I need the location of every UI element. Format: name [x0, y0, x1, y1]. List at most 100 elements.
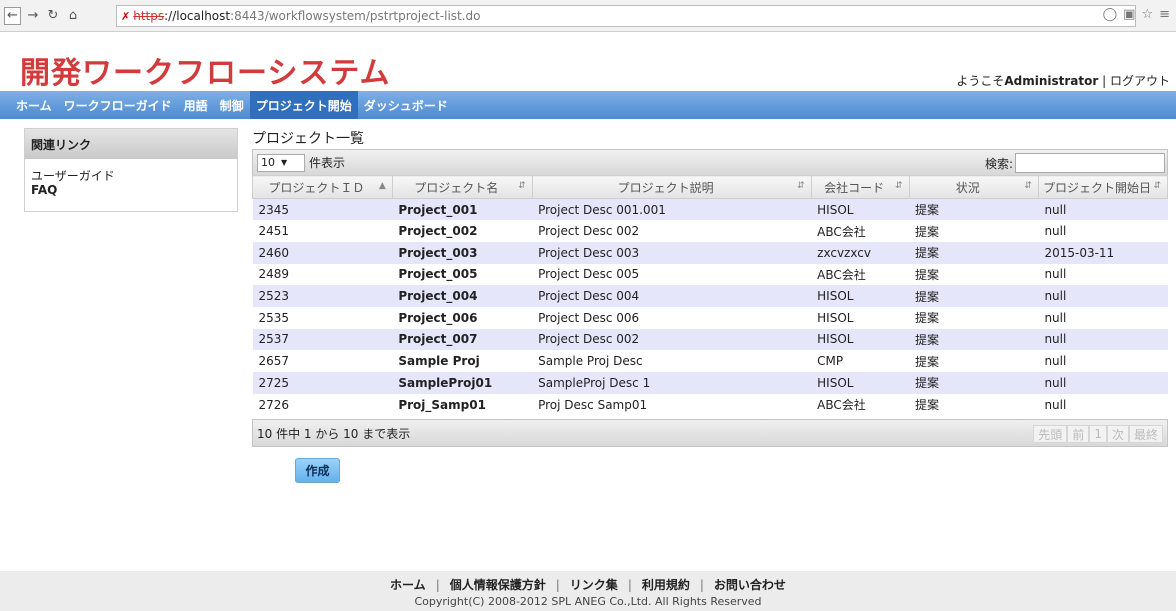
pager-first[interactable]: 先頭 [1033, 425, 1068, 443]
nav-dashboard[interactable]: ダッシュボード [358, 91, 454, 119]
cell-company-code: HISOL [811, 285, 910, 307]
logout-link[interactable]: ログアウト [1110, 74, 1170, 88]
browser-toolbar: ← → ↻ ⌂ ✗ https://localhost:8443/workflo… [0, 0, 1176, 32]
sort-icon: ⇵ [1153, 181, 1161, 191]
cell-project-desc: Project Desc 001.001 [532, 198, 812, 221]
cell-company-code: zxcvzxcv [811, 241, 910, 264]
table-row[interactable]: 2345 Project_001 Project Desc 001.001 HISOL… [252, 198, 1168, 221]
pager-prev[interactable]: 前 [1067, 425, 1090, 443]
cell-status: 提案 [909, 198, 1039, 221]
cell-company-code: HISOL [811, 306, 910, 329]
cell-project-name: Project_005 [392, 263, 533, 286]
cell-project-desc: Project Desc 002 [532, 328, 812, 351]
search-input[interactable] [1015, 153, 1165, 173]
pager-next[interactable]: 次 [1106, 425, 1129, 443]
cell-company-code: HISOL [811, 328, 910, 351]
table-row[interactable]: 2535 Project_006 Project Desc 006 HISOL 提案 nu… [252, 306, 1168, 329]
footer-link-privacy[interactable]: 個人情報保護方針 [450, 578, 546, 592]
footer-link-links[interactable]: リンク集 [570, 578, 618, 592]
table-toolbar: 10 ▼ 件表示 検索: [252, 149, 1168, 175]
nav-glossary[interactable]: 用語 [178, 91, 214, 119]
sidebar-link-faq[interactable]: FAQ [31, 183, 231, 197]
cell-status: 提案 [909, 306, 1039, 329]
cell-start-date: null [1038, 393, 1168, 416]
cell-company-code: ABC会社 [811, 220, 910, 242]
column-header-status[interactable]: 状況 ⇵ [908, 175, 1039, 199]
dropdown-arrow-icon: ▼ [281, 158, 288, 167]
insecure-lock-icon: ✗ [121, 9, 131, 23]
cell-project-desc: Project Desc 005 [532, 263, 812, 286]
footer-link-contact[interactable]: お問い合わせ [714, 578, 786, 592]
cell-project-id: 2726 [252, 393, 393, 416]
cell-project-id: 2657 [252, 350, 393, 372]
cell-project-name: Project_002 [392, 220, 533, 242]
project-table: プロジェクトＩＤ ▲ プロジェクト名 ⇵ プロジェクト説明 ⇵ 会社コード ⇵ 状況 ⇵ … [252, 175, 1169, 416]
footer-link-terms[interactable]: 利用規約 [642, 578, 690, 592]
cell-start-date: null [1038, 198, 1168, 221]
cell-start-date: null [1038, 263, 1168, 286]
forward-icon[interactable]: → [25, 7, 41, 25]
nav-control[interactable]: 制御 [214, 91, 250, 119]
table-row[interactable]: 2460 Project_003 Project Desc 003 zxcvzxcv 提… [252, 241, 1168, 264]
cell-start-date: null [1038, 306, 1168, 329]
cell-company-code: ABC会社 [811, 393, 910, 416]
column-header-start-date[interactable]: プロジェクト開始日 ⇵ [1037, 175, 1169, 199]
pager-last[interactable]: 最終 [1128, 425, 1163, 443]
cell-project-desc: Project Desc 006 [532, 306, 812, 329]
home-icon[interactable]: ⌂ [65, 7, 81, 25]
cell-start-date: null [1038, 328, 1168, 351]
nav-workflow-guide[interactable]: ワークフローガイド [58, 91, 178, 119]
cell-project-name: SampleProj01 [392, 372, 533, 394]
table-row[interactable]: 2451 Project_002 Project Desc 002 ABC会社 提案 nu… [252, 220, 1168, 242]
column-header-project-desc[interactable]: プロジェクト説明 ⇵ [531, 175, 812, 199]
welcome-text: ようこそ [956, 74, 1005, 88]
cell-project-id: 2460 [252, 241, 393, 264]
cell-project-desc: Project Desc 004 [532, 285, 812, 307]
sort-icon: ⇵ [797, 181, 805, 191]
table-footer: 10 件中 1 から 10 まで表示 先頭 前 1 次 最終 [252, 419, 1168, 447]
nav-home[interactable]: ホーム [10, 91, 58, 119]
app-title: 開発ワークフローシステム [20, 56, 391, 91]
table-row[interactable]: 2537 Project_007 Project Desc 002 HISOL 提案 nu… [252, 328, 1168, 351]
page-footer: ホーム | 個人情報保護方針 | リンク集 | 利用規約 | お問い合わせ Copyright(… [0, 571, 1176, 611]
table-row[interactable]: 2725 SampleProj01 SampleProj Desc 1 HISOL 提案… [252, 372, 1168, 394]
cell-project-name: Project_004 [392, 285, 533, 307]
cell-project-desc: Proj Desc Samp01 [532, 393, 812, 416]
table-row[interactable]: 2523 Project_004 Project Desc 004 HISOL 提案 nu… [252, 285, 1168, 307]
url-protocol: https [133, 9, 165, 23]
cell-project-name: Project_006 [392, 306, 533, 329]
cell-start-date: null [1038, 220, 1168, 242]
cell-start-date: 2015-03-11 [1038, 241, 1168, 264]
create-button[interactable]: 作成 [295, 458, 340, 483]
shield-icon[interactable]: ◯ [1103, 7, 1118, 22]
bookmark-star-icon[interactable]: ☆ [1141, 7, 1153, 22]
table-row[interactable]: 2726 Proj_Samp01 Proj Desc Samp01 ABC会社 提案 nu… [252, 393, 1168, 416]
copyright: Copyright(C) 2008-2012 SPL ANEG Co.,Ltd.… [414, 595, 762, 608]
translate-icon[interactable]: ▣ [1123, 7, 1135, 22]
pager-page-1[interactable]: 1 [1089, 425, 1107, 443]
column-header-project-name[interactable]: プロジェクト名 ⇵ [391, 175, 533, 199]
column-header-project-id[interactable]: プロジェクトＩＤ ▲ [252, 175, 393, 199]
page-length-label: 件表示 [309, 156, 346, 170]
table-row[interactable]: 2489 Project_005 Project Desc 005 ABC会社 提案 nu… [252, 263, 1168, 286]
sidebar-title: 関連リンク [25, 129, 237, 159]
username: Administrator [1004, 74, 1099, 88]
cell-project-name: Proj_Samp01 [392, 393, 533, 416]
table-row[interactable]: 2657 Sample Proj Sample Proj Desc CMP 提案 null [252, 350, 1168, 372]
menu-icon[interactable]: ≡ [1159, 7, 1170, 22]
sidebar-link-user-guide[interactable]: ユーザーガイド [31, 169, 231, 183]
cell-status: 提案 [909, 350, 1039, 372]
cell-project-name: Sample Proj [392, 350, 533, 372]
back-icon[interactable]: ← [4, 6, 21, 25]
footer-link-home[interactable]: ホーム [390, 578, 426, 592]
reload-icon[interactable]: ↻ [45, 7, 61, 25]
page-length-value: 10 [261, 156, 275, 169]
nav-project-start[interactable]: プロジェクト開始 [249, 91, 358, 119]
column-header-company-code[interactable]: 会社コード ⇵ [810, 175, 910, 199]
address-bar[interactable]: ✗ https://localhost:8443/workflowsystem/… [116, 5, 1136, 27]
cell-project-name: Project_001 [392, 198, 533, 221]
cell-status: 提案 [909, 372, 1039, 394]
sort-icon: ⇵ [518, 181, 526, 191]
welcome-area: ようこそAdministrator | ログアウト [956, 74, 1170, 88]
page-length-select[interactable]: 10 ▼ [257, 153, 305, 172]
